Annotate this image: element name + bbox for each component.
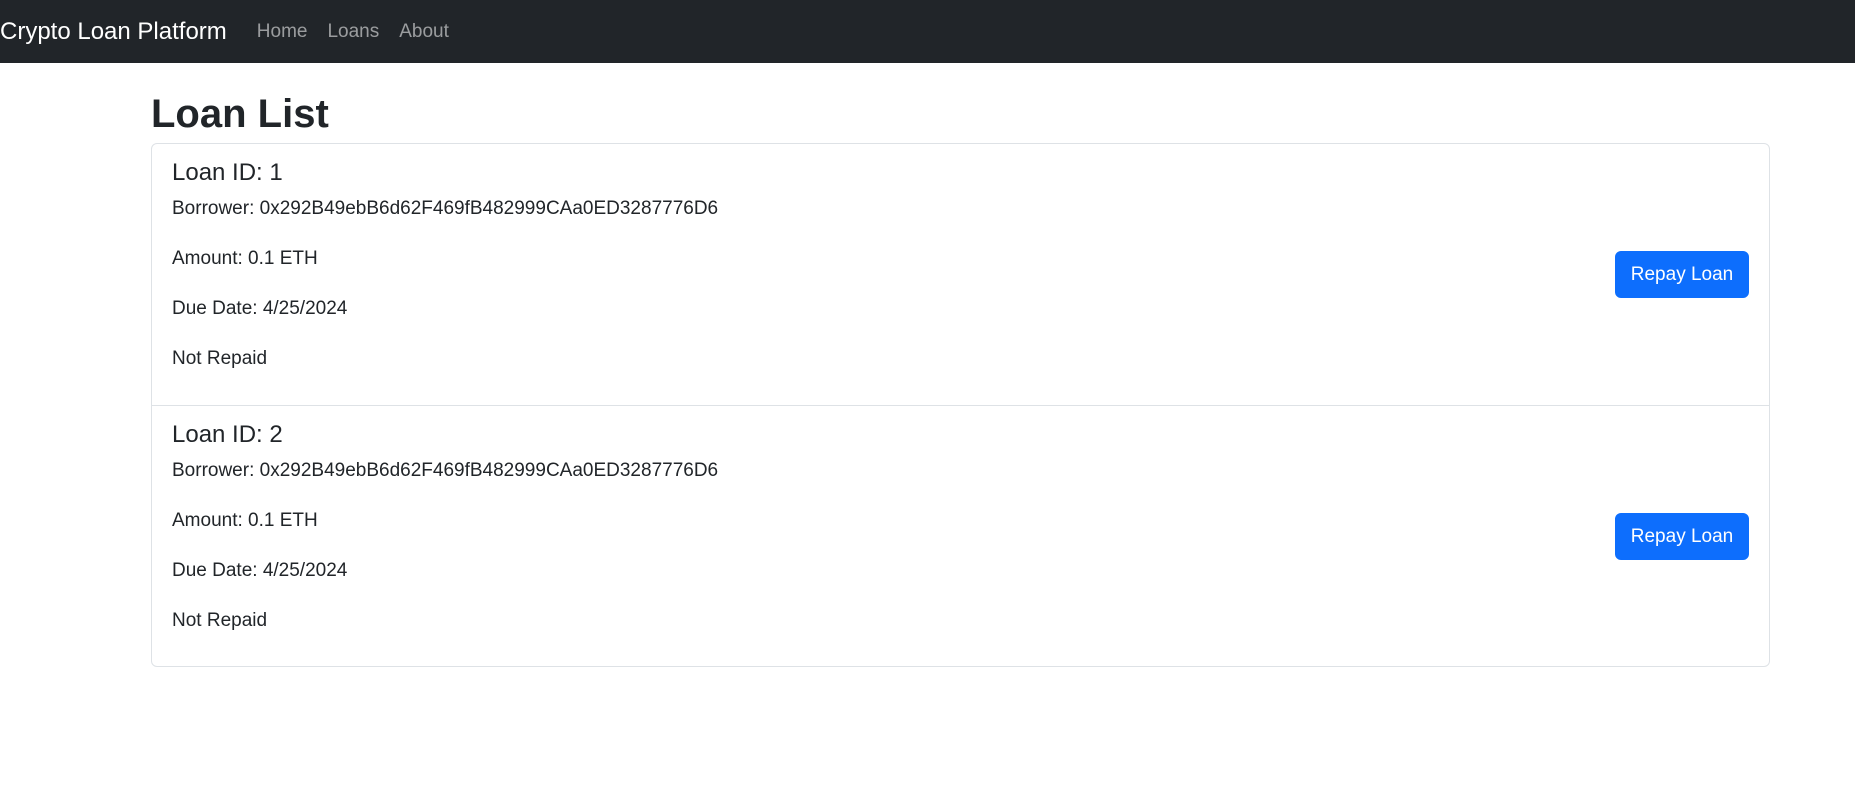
main-container: Loan List Loan ID: 1 Borrower: 0x292B49e… — [151, 63, 1770, 667]
repay-loan-button[interactable]: Repay Loan — [1615, 513, 1749, 560]
loan-list: Loan ID: 1 Borrower: 0x292B49ebB6d62F469… — [151, 143, 1770, 667]
loan-due-date: Due Date: 4/25/2024 — [172, 298, 348, 319]
loan-status: Not Repaid — [172, 610, 268, 631]
loan-id-heading: Loan ID: 1 — [172, 159, 283, 186]
nav-links: Home Loans About — [257, 21, 469, 43]
loan-borrower: Borrower: 0x292B49ebB6d62F469fB482999CAa… — [172, 460, 719, 481]
loan-list-item: Loan ID: 1 Borrower: 0x292B49ebB6d62F469… — [152, 144, 1769, 405]
repay-loan-button[interactable]: Repay Loan — [1615, 251, 1749, 298]
loan-amount: Amount: 0.1 ETH — [172, 248, 318, 269]
top-navbar: Crypto Loan Platform Home Loans About — [0, 0, 1855, 63]
navbar-brand[interactable]: Crypto Loan Platform — [0, 18, 227, 46]
loan-status: Not Repaid — [172, 348, 268, 369]
loan-amount: Amount: 0.1 ETH — [172, 510, 318, 531]
loan-id-heading: Loan ID: 2 — [172, 421, 283, 448]
loan-due-date: Due Date: 4/25/2024 — [172, 560, 348, 581]
loan-list-item: Loan ID: 2 Borrower: 0x292B49ebB6d62F469… — [152, 405, 1769, 666]
loan-borrower: Borrower: 0x292B49ebB6d62F469fB482999CAa… — [172, 198, 719, 219]
page-title: Loan List — [151, 92, 329, 136]
nav-link-home[interactable]: Home — [257, 21, 308, 43]
nav-link-loans[interactable]: Loans — [327, 21, 379, 43]
nav-link-about[interactable]: About — [399, 21, 449, 43]
